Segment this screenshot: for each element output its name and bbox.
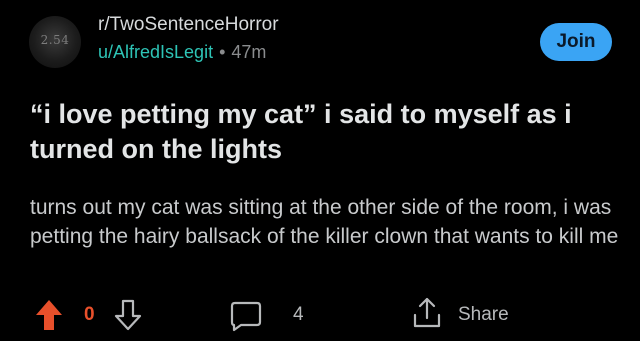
post-time: 47m — [231, 42, 267, 62]
share-icon[interactable] — [410, 296, 444, 330]
share-button-label[interactable]: Share — [458, 304, 509, 326]
meta-separator: • — [219, 42, 226, 62]
comment-icon[interactable] — [229, 300, 263, 332]
subreddit-name[interactable]: r/TwoSentenceHorror — [98, 14, 279, 36]
downvote-icon[interactable] — [113, 298, 143, 332]
action-bar: 0 4 Share — [0, 296, 640, 336]
author-username[interactable]: u/AlfredIsLegit — [98, 42, 213, 62]
upvote-icon[interactable] — [34, 298, 64, 332]
comment-count: 4 — [293, 304, 304, 325]
post-meta: u/AlfredIsLegit • 47m — [98, 42, 266, 63]
post-title[interactable]: “i love petting my cat” i said to myself… — [30, 97, 630, 167]
avatar-logo-text: 2.54 — [40, 33, 70, 47]
join-button[interactable]: Join — [540, 23, 612, 61]
subreddit-avatar[interactable]: 2.54 — [29, 16, 81, 68]
vote-count: 0 — [84, 304, 95, 325]
post-body: turns out my cat was sitting at the othe… — [30, 196, 619, 248]
